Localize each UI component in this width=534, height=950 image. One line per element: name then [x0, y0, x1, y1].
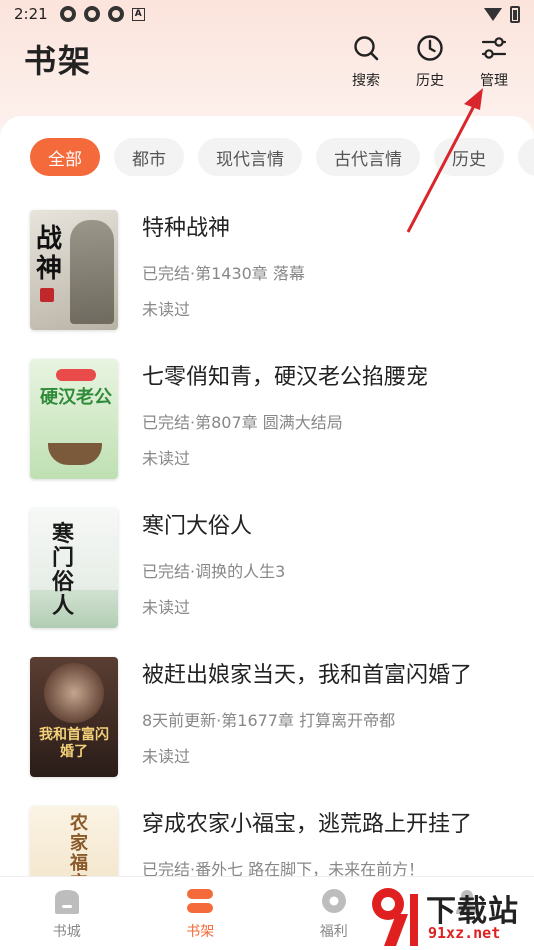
- cover-title: 我和首富闪婚了: [39, 727, 109, 760]
- tab-more[interactable]: [518, 138, 534, 176]
- tab-modern-romance[interactable]: 现代言情: [198, 138, 302, 176]
- bookstore-icon: [54, 890, 79, 914]
- cover-title: 硬汉老公: [40, 387, 112, 408]
- nav-label: 书架: [186, 924, 215, 940]
- notification-a-icon: A: [131, 7, 145, 21]
- book-status: 已完结·第1430章 落幕: [142, 264, 305, 283]
- manage-button[interactable]: 管理: [464, 34, 524, 90]
- search-label: 搜索: [352, 73, 380, 89]
- book-cover: 硬汉老公: [30, 359, 118, 479]
- book-read-state: 未读过: [142, 598, 191, 617]
- search-icon: [354, 36, 379, 61]
- cover-title: 农家福宝: [70, 813, 88, 877]
- book-cover: 农家福宝: [30, 806, 118, 876]
- nav-bookstore[interactable]: 书城: [0, 877, 134, 950]
- tab-ancient-romance[interactable]: 古代言情: [316, 138, 420, 176]
- cover-title: 寒门俗人: [52, 521, 75, 619]
- nav-bookshelf[interactable]: 书架: [134, 877, 268, 950]
- site-watermark: 下载站 91xz.net: [360, 884, 534, 948]
- book-cover: 寒门俗人: [30, 508, 118, 628]
- book-cover: 我和首富闪婚了: [30, 657, 118, 777]
- notification-icons: A: [59, 6, 145, 22]
- battery-icon: [510, 5, 520, 23]
- welfare-icon: [321, 889, 346, 913]
- book-status: 已完结·第807章 圆满大结局: [142, 413, 343, 432]
- cover-tag: [56, 369, 96, 381]
- book-status: 已完结·番外七 路在脚下，未来在前方！: [142, 860, 425, 876]
- history-icon: [417, 35, 443, 61]
- book-status: 已完结·调换的人生3: [142, 562, 286, 581]
- manage-icon: [481, 37, 507, 59]
- nav-label: 书城: [52, 924, 81, 940]
- book-title: 穿成农家小福宝，逃荒路上开挂了: [142, 812, 473, 837]
- tab-all[interactable]: 全部: [30, 138, 100, 176]
- book-item[interactable]: 战神 特种战神 已完结·第1430章 落幕 未读过: [0, 210, 534, 358]
- book-title: 寒门大俗人: [142, 514, 253, 539]
- book-status: 8天前更新·第1677章 打算离开帝都: [142, 711, 396, 730]
- page-title: 书架: [24, 42, 93, 80]
- history-button[interactable]: 历史: [400, 34, 460, 90]
- watermark-logo-icon: [372, 888, 418, 946]
- book-title: 七零俏知青，硬汉老公掐腰宠: [142, 365, 429, 390]
- status-time: 2:21: [14, 5, 48, 23]
- book-title: 被赶出娘家当天，我和首富闪婚了: [142, 663, 473, 688]
- tab-urban[interactable]: 都市: [114, 138, 184, 176]
- search-button[interactable]: 搜索: [336, 34, 396, 90]
- book-item[interactable]: 我和首富闪婚了 被赶出娘家当天，我和首富闪婚了 8天前更新·第1677章 打算离…: [0, 657, 534, 805]
- book-item[interactable]: 寒门俗人 寒门大俗人 已完结·调换的人生3 未读过: [0, 508, 534, 656]
- book-item[interactable]: 农家福宝 穿成农家小福宝，逃荒路上开挂了 已完结·番外七 路在脚下，未来在前方！: [0, 806, 534, 876]
- watermark-url: 91xz.net: [428, 924, 501, 942]
- cover-title: 战神: [36, 224, 63, 284]
- book-item[interactable]: 硬汉老公 七零俏知青，硬汉老公掐腰宠 已完结·第807章 圆满大结局 未读过: [0, 359, 534, 507]
- manage-label: 管理: [480, 73, 508, 89]
- notification-icon: [107, 6, 124, 22]
- status-bar: 2:21 A: [0, 0, 534, 28]
- book-read-state: 未读过: [142, 300, 191, 319]
- book-title: 特种战神: [142, 216, 231, 241]
- category-tabs: 全部 都市 现代言情 古代言情 历史: [0, 138, 534, 176]
- cover-figure: [70, 220, 114, 324]
- cover-seal: [40, 288, 54, 302]
- nav-label: 福利: [319, 924, 348, 940]
- cover-boat: [48, 443, 102, 465]
- wifi-icon: [484, 7, 502, 21]
- book-read-state: 未读过: [142, 449, 191, 468]
- bookshelf-content: 全部 都市 现代言情 古代言情 历史 战神 特种战神 已完结·第1430章 落幕…: [0, 116, 534, 876]
- notification-icon: [83, 6, 100, 22]
- book-cover: 战神: [30, 210, 118, 330]
- app-header: 书架 搜索 历史 管理: [0, 28, 534, 114]
- bookshelf-icon: [187, 889, 214, 913]
- notification-icon: [59, 6, 76, 22]
- history-label: 历史: [416, 73, 444, 89]
- tab-history[interactable]: 历史: [434, 138, 504, 176]
- cover-figure: [44, 663, 104, 723]
- book-read-state: 未读过: [142, 747, 191, 766]
